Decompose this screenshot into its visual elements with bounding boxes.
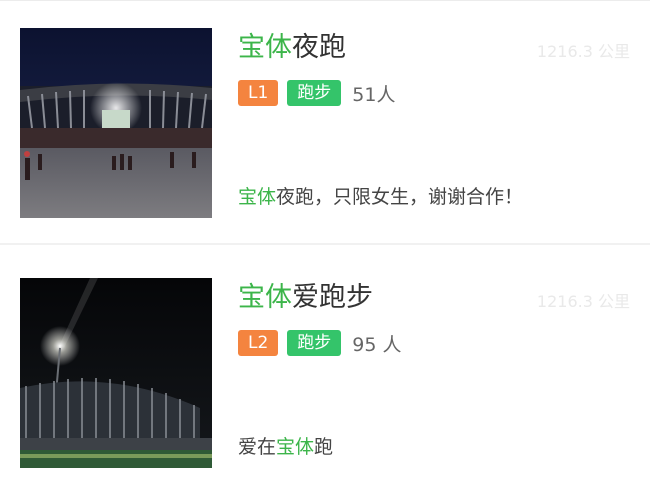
sport-badge: 跑步 xyxy=(287,330,342,356)
description-highlight: 宝体 xyxy=(238,186,277,208)
distance-label-1: 1216.3 公里 xyxy=(536,42,630,61)
group-title-2[interactable]: 宝体爱跑步 xyxy=(238,280,373,316)
group-card-2[interactable]: 宝体爱跑步 1216.3 公里 L2 跑步 95 人 爱在宝体跑 xyxy=(0,262,650,482)
level-badge: L1 xyxy=(238,80,279,106)
member-count: 51人 xyxy=(352,83,396,106)
group-card-1[interactable]: 宝体夜跑 1216.3 公里 L1 跑步 51人 宝体夜跑，只限女生，谢谢合作！ xyxy=(0,12,650,232)
top-divider xyxy=(0,0,650,1)
description-prefix: 爱在 xyxy=(238,436,277,458)
description-text: 跑 xyxy=(314,436,334,458)
group-thumbnail-1 xyxy=(20,28,212,218)
group-tags-2: L2 跑步 95 人 xyxy=(238,330,402,356)
group-title-1[interactable]: 宝体夜跑 xyxy=(238,30,346,66)
group-thumbnail-2 xyxy=(20,278,212,468)
group-title-highlight: 宝体 xyxy=(238,282,292,313)
description-text: 夜跑，只限女生，谢谢合作！ xyxy=(276,186,524,208)
description-highlight: 宝体 xyxy=(276,436,315,458)
sport-badge: 跑步 xyxy=(287,80,342,106)
card-divider xyxy=(0,243,650,245)
group-description-2: 爱在宝体跑 xyxy=(238,432,333,459)
group-tags-1: L1 跑步 51人 xyxy=(238,80,395,106)
group-title-rest: 爱跑步 xyxy=(292,282,373,313)
level-badge: L2 xyxy=(238,330,279,356)
group-title-rest: 夜跑 xyxy=(292,32,346,63)
distance-label-2: 1216.3 公里 xyxy=(536,292,630,311)
member-count: 95 人 xyxy=(352,333,402,356)
group-title-highlight: 宝体 xyxy=(238,32,292,63)
group-description-1: 宝体夜跑，只限女生，谢谢合作！ xyxy=(238,182,523,209)
